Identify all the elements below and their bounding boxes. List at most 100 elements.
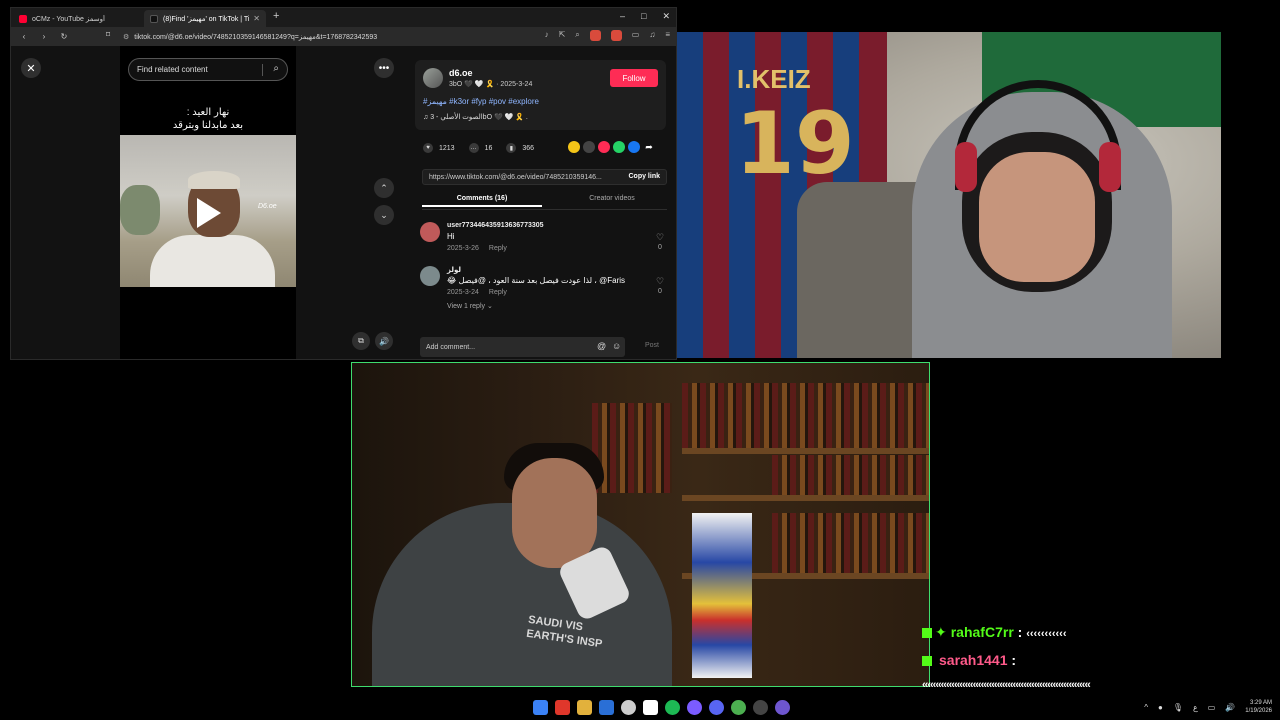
video-link-box[interactable]: https://www.tiktok.com/@d6.oe/video/7485…: [422, 169, 667, 185]
chat-username: sarah1441: [939, 652, 1008, 668]
save-button[interactable]: ▮ 366: [506, 143, 534, 153]
bookshelf-row: [592, 403, 672, 493]
comment-user[interactable]: لولز: [447, 266, 461, 274]
media-icon[interactable]: ♫: [649, 30, 655, 41]
reader-icon[interactable]: ♪: [545, 30, 549, 41]
search-input[interactable]: Find related content: [137, 65, 208, 74]
rewards-icon[interactable]: [610, 30, 622, 41]
facebook-icon[interactable]: [628, 141, 640, 153]
related-search[interactable]: Find related content ⌕: [128, 58, 288, 81]
comment-user[interactable]: user7734464359136367​73305: [447, 222, 544, 229]
tiktok-icon[interactable]: [643, 700, 658, 715]
video-link: https://www.tiktok.com/@d6.oe/video/7485…: [429, 173, 602, 181]
follow-button[interactable]: Follow: [610, 69, 658, 87]
reply-button[interactable]: Reply: [489, 289, 507, 296]
app-icon[interactable]: [687, 700, 702, 715]
network-icon[interactable]: ▭: [1208, 703, 1216, 712]
whatsapp-icon[interactable]: [613, 141, 625, 153]
video-frame[interactable]: D6.oe: [120, 135, 296, 287]
play-icon[interactable]: [197, 198, 221, 228]
windows-start-icon[interactable]: [533, 700, 548, 715]
chat-separator: :: [1007, 652, 1017, 668]
tray-app-icon[interactable]: ●: [1158, 703, 1163, 712]
mention-icon[interactable]: @: [597, 341, 606, 351]
more-options-button[interactable]: •••: [374, 58, 394, 78]
avatar[interactable]: [423, 68, 443, 88]
comment-button[interactable]: … 16: [468, 143, 493, 153]
settings-icon[interactable]: [621, 700, 636, 715]
view-replies-button[interactable]: View 1 reply ⌄: [447, 302, 493, 310]
store-icon[interactable]: [599, 700, 614, 715]
sidebar-icon[interactable]: ▭: [632, 30, 640, 41]
xbox-icon[interactable]: [731, 700, 746, 715]
forward-icon[interactable]: ›: [39, 32, 49, 41]
avatar[interactable]: [420, 266, 440, 286]
maximize-button[interactable]: □: [641, 11, 646, 22]
mic-icon[interactable]: 🎙: [1173, 703, 1183, 712]
comment-input[interactable]: Add comment... @ ☺: [420, 337, 625, 357]
close-window-button[interactable]: ✕: [662, 11, 670, 22]
like-button[interactable]: ♥ 1213: [423, 143, 455, 153]
heart-icon[interactable]: ♡: [654, 276, 666, 287]
volume-icon: 🔊: [379, 336, 389, 346]
zoom-icon[interactable]: ⌕: [575, 30, 579, 41]
avatar[interactable]: [420, 222, 440, 242]
close-video-button[interactable]: ✕: [21, 58, 41, 78]
emoji-icon[interactable]: ☺: [612, 341, 621, 351]
previous-video-button[interactable]: ⌃: [374, 178, 394, 198]
url-field[interactable]: ⚙ tiktok.com/@d6.oe/video/74852103591465…: [123, 30, 523, 43]
send-icon[interactable]: [598, 141, 610, 153]
clock[interactable]: 3:29 AM 1/19/2026: [1245, 699, 1272, 715]
language-indicator[interactable]: ع: [1193, 703, 1198, 712]
reply-button[interactable]: Reply: [489, 245, 507, 252]
volume-icon[interactable]: 🔊: [1225, 703, 1235, 712]
brave-icon[interactable]: [555, 700, 570, 715]
obs-icon[interactable]: [753, 700, 768, 715]
comment-count: 16: [484, 144, 493, 152]
close-icon[interactable]: ✕: [253, 14, 260, 23]
hashtags[interactable]: #مهيمز #k3or #fyp #pov #explore: [423, 97, 539, 106]
taskbar: ^ ● 🎙 ع ▭ 🔊 3:29 AM 1/19/2026: [0, 696, 1280, 720]
copy-link-button[interactable]: Copy link: [628, 173, 660, 180]
address-bar: ‹ › ↻ ⌑ ⚙ tiktok.com/@d6.oe/video/748521…: [11, 27, 676, 46]
caption-line: نهار العيد :: [186, 107, 230, 118]
heart-icon[interactable]: ♡: [654, 232, 666, 243]
share-page-icon[interactable]: ⇱: [559, 30, 566, 41]
tab-comments[interactable]: Comments (16): [422, 195, 542, 207]
file-explorer-icon[interactable]: [577, 700, 592, 715]
pip-button[interactable]: ⧉: [352, 332, 370, 350]
tab-tiktok[interactable]: (8)Find 'مهيمز' on TikTok | TikTok ✕: [144, 10, 266, 27]
embed-icon[interactable]: [583, 141, 595, 153]
url-text: tiktok.com/@d6.oe/video/7485210359146581…: [134, 33, 378, 41]
share-arrow-icon[interactable]: ➦: [643, 141, 655, 153]
coin-icon[interactable]: [568, 141, 580, 153]
ellipsis-icon: •••: [378, 62, 390, 74]
menu-icon[interactable]: ≡: [665, 30, 670, 41]
jersey-name-graphic: I.KEIZ: [737, 64, 811, 94]
author-meta: 3bO 🖤 🤍 🎗️ · 2025-3-24: [449, 81, 533, 88]
bookmark-icon[interactable]: ⌑: [106, 30, 110, 39]
jersey-number-graphic: 19: [735, 94, 855, 194]
discord-icon[interactable]: [709, 700, 724, 715]
tab-creator-videos[interactable]: Creator videos: [552, 195, 672, 202]
music-info[interactable]: ♫ الصوت الأصلي - 3bO 🖤 🤍 🎗️ .: [423, 113, 528, 121]
tiktok-page: ✕ Find related content ⌕ نهار العيد : بع…: [11, 46, 676, 359]
next-video-button[interactable]: ⌄: [374, 205, 394, 225]
reload-icon[interactable]: ↻: [59, 32, 69, 41]
back-icon[interactable]: ‹: [19, 32, 29, 41]
search-icon[interactable]: ⌕: [273, 63, 279, 74]
tab-youtube[interactable]: oCMz - YouTube أوسمز: [13, 10, 143, 27]
spotify-icon[interactable]: [665, 700, 680, 715]
minimize-button[interactable]: –: [620, 11, 625, 22]
window-controls: – □ ✕: [620, 11, 670, 22]
app-icon[interactable]: [775, 700, 790, 715]
new-tab-button[interactable]: +: [273, 10, 279, 22]
chevron-up-icon[interactable]: ^: [1144, 703, 1148, 712]
site-info-icon[interactable]: ⚙: [123, 33, 129, 41]
author-username[interactable]: d6.oe: [449, 68, 473, 78]
toolbar-icons: ♪ ⇱ ⌕ ▭ ♫ ≡: [545, 30, 670, 41]
volume-button[interactable]: 🔊: [375, 332, 393, 350]
brave-shield-icon[interactable]: [589, 30, 601, 41]
post-button[interactable]: Post: [645, 342, 659, 349]
streamer-face: [512, 458, 597, 568]
